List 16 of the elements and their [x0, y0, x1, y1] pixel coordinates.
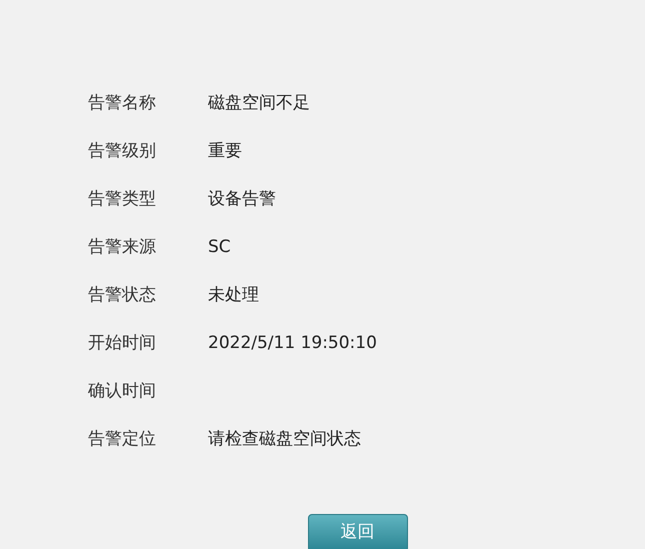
field-value: SC — [208, 236, 231, 260]
field-value: 请检查磁盘空间状态 — [208, 428, 361, 452]
field-value: 重要 — [208, 140, 242, 164]
field-value: 2022/5/11 19:50:10 — [208, 332, 377, 356]
field-value: 设备告警 — [208, 188, 276, 212]
field-value: 磁盘空间不足 — [208, 92, 310, 116]
back-button[interactable]: 返回 — [308, 514, 408, 549]
field-label: 告警来源 — [88, 236, 157, 260]
field-label: 告警定位 — [88, 428, 157, 452]
field-label: 告警类型 — [88, 188, 157, 212]
field-value: 未处理 — [208, 284, 259, 308]
field-label: 告警级别 — [88, 140, 157, 164]
field-label: 告警状态 — [88, 284, 157, 308]
field-label: 告警名称 — [88, 92, 157, 116]
field-label: 开始时间 — [88, 332, 157, 356]
field-label: 确认时间 — [88, 380, 157, 404]
